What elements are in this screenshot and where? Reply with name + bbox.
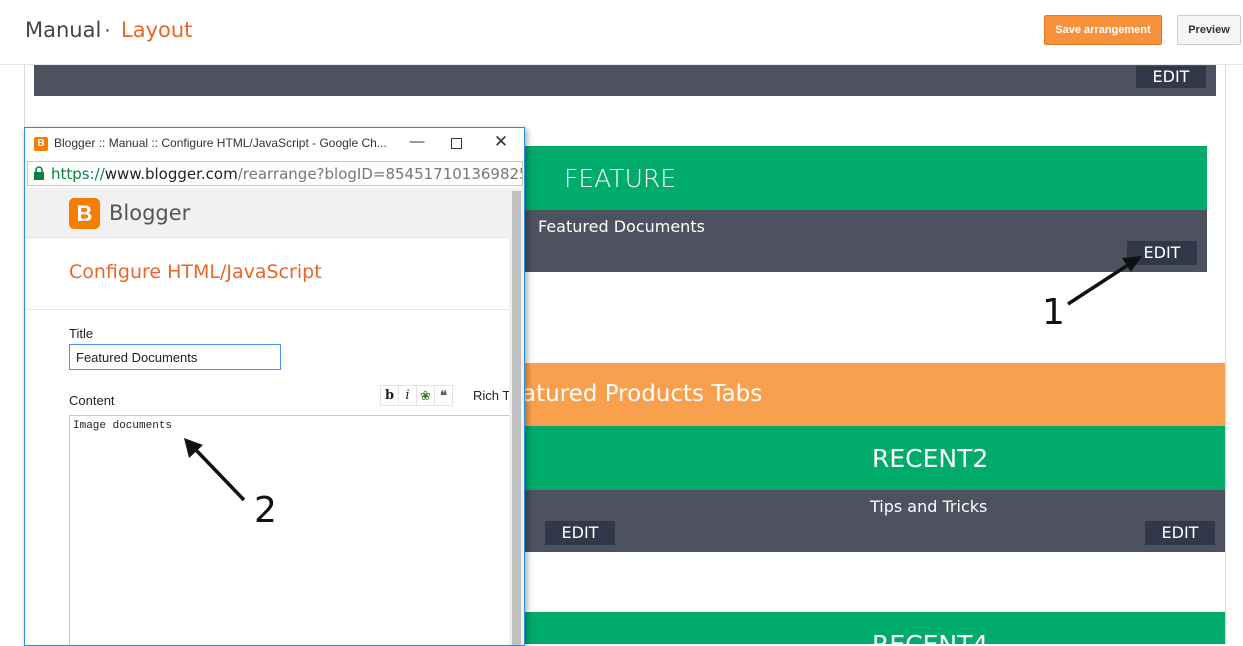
feature-section-title: FEATURE <box>564 164 677 193</box>
recent4-section-header: RECENT4 <box>522 612 1225 644</box>
blog-name[interactable]: Manual <box>25 18 101 42</box>
recent2-section-title: RECENT2 <box>872 444 989 473</box>
close-icon[interactable]: ✕ <box>490 131 512 153</box>
maximize-icon[interactable] <box>445 132 467 154</box>
configure-heading: Configure HTML/JavaScript <box>69 261 322 283</box>
url-scheme: https:// <box>51 165 105 183</box>
annotation-marker-1: 1 <box>1042 292 1065 333</box>
blogger-logo-icon: B <box>69 198 100 229</box>
title-label: Title <box>69 326 94 341</box>
quote-icon[interactable]: ❝ <box>434 385 453 406</box>
rich-text-link[interactable]: Rich T <box>473 388 510 403</box>
title-input[interactable] <box>69 344 281 370</box>
recent4-section-title: RECENT4 <box>872 630 988 644</box>
address-bar[interactable]: https://www.blogger.com/rearrange?blogID… <box>27 161 523 186</box>
url-path: /rearrange?blogID=85451710136982509 <box>237 165 523 183</box>
bold-icon[interactable]: b <box>380 385 399 406</box>
annotation-marker-2: 2 <box>254 490 277 531</box>
blogger-favicon-icon: B <box>34 137 48 151</box>
content-label: Content <box>69 393 115 408</box>
featured-products-tabs-title: atured Products Tabs <box>522 381 763 407</box>
italic-icon[interactable]: i <box>398 385 417 406</box>
feature-edit-button[interactable]: EDIT <box>1127 241 1197 265</box>
page-title: Layout <box>121 18 193 42</box>
blogger-brand-name: Blogger <box>109 201 191 225</box>
content-textarea[interactable] <box>69 415 509 645</box>
popup-scrollbar-thumb[interactable] <box>512 191 521 645</box>
minimize-icon[interactable]: — <box>406 132 428 154</box>
feature-gadget-title: Featured Documents <box>538 217 705 236</box>
popup-window-title: Blogger :: Manual :: Configure HTML/Java… <box>54 136 387 150</box>
breadcrumb-separator: · <box>104 18 111 41</box>
configure-html-popup-window: B Blogger :: Manual :: Configure HTML/Ja… <box>24 127 525 646</box>
url-text: https://www.blogger.com/rearrange?blogID… <box>51 165 523 183</box>
recent2-edit-button-left[interactable]: EDIT <box>545 521 615 545</box>
preview-button[interactable]: Preview <box>1177 15 1241 45</box>
top-section <box>34 65 1216 96</box>
recent2-gadget-title: Tips and Tricks <box>870 497 988 516</box>
divider <box>25 309 509 310</box>
lock-icon <box>34 166 44 180</box>
url-host: www.blogger.com <box>104 165 238 183</box>
save-arrangement-button[interactable]: Save arrangement <box>1044 15 1162 45</box>
top-section-edit-button[interactable]: EDIT <box>1136 66 1206 88</box>
recent2-edit-button-right[interactable]: EDIT <box>1145 521 1215 545</box>
link-icon[interactable]: ❀ <box>416 385 435 406</box>
layout-canvas-border-right <box>1225 65 1226 644</box>
